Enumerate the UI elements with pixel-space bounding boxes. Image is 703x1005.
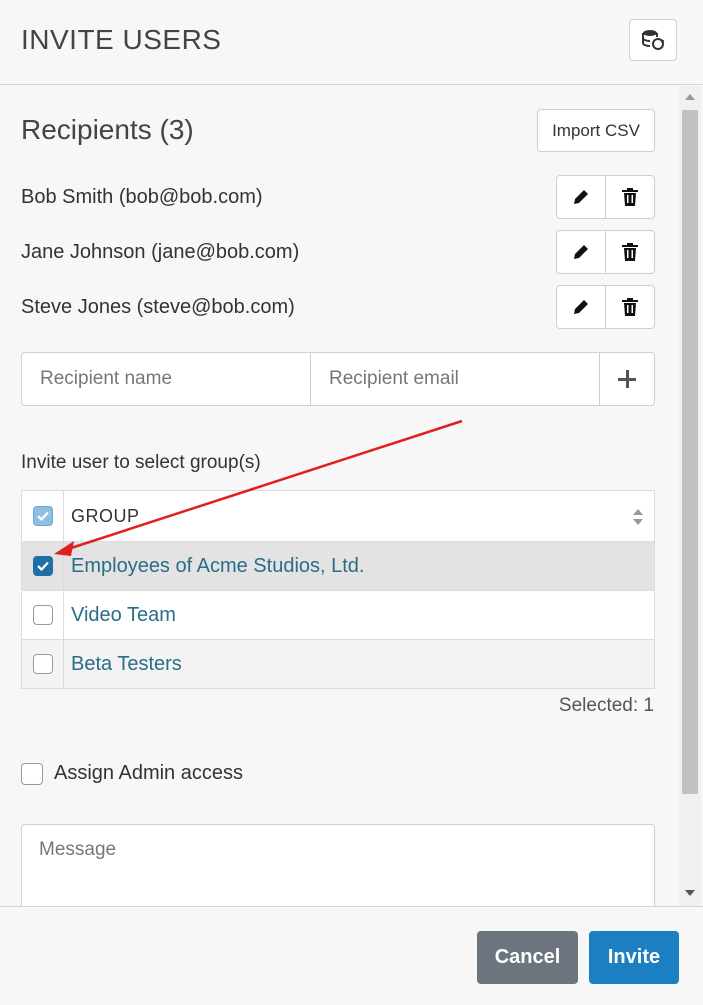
cancel-button[interactable]: Cancel <box>477 931 578 984</box>
delete-recipient-button[interactable] <box>605 231 654 273</box>
recipient-actions <box>556 285 655 329</box>
recipient-name-input[interactable] <box>22 353 311 405</box>
groups-label: Invite user to select group(s) <box>21 452 261 473</box>
sort-icon[interactable] <box>632 508 644 526</box>
invite-button[interactable]: Invite <box>589 931 679 984</box>
recipient-email-input[interactable] <box>311 353 600 405</box>
group-name[interactable]: Employees of Acme Studios, Ltd. <box>64 555 365 578</box>
recipient-actions <box>556 175 655 219</box>
header-checkbox-cell <box>22 491 64 541</box>
pencil-icon <box>574 190 588 204</box>
pencil-icon <box>574 300 588 314</box>
row-checkbox-cell <box>22 591 64 639</box>
admin-access-label: Assign Admin access <box>54 762 243 784</box>
row-checkbox[interactable] <box>32 605 53 625</box>
row-checkbox[interactable] <box>32 654 53 674</box>
check-icon <box>36 561 49 571</box>
table-row[interactable]: Video Team <box>22 590 654 639</box>
recipient-actions <box>556 230 655 274</box>
dialog-title: INVITE USERS <box>21 24 222 55</box>
select-all-checkbox[interactable] <box>32 506 53 526</box>
edit-recipient-button[interactable] <box>557 231 605 273</box>
import-csv-button[interactable]: Import CSV <box>537 109 655 152</box>
trash-icon <box>622 298 638 316</box>
selected-count: Selected: 1 <box>558 695 654 716</box>
database-refresh-icon <box>642 30 665 50</box>
scroll-up-arrow-icon[interactable] <box>685 94 695 100</box>
plus-icon <box>618 370 636 388</box>
groups-table: GROUP Employees of Acme Studios, Ltd. Vi… <box>21 490 655 689</box>
check-icon <box>36 511 49 521</box>
delete-recipient-button[interactable] <box>605 176 654 218</box>
pencil-icon <box>574 245 588 259</box>
recipients-title: Recipients (3) <box>21 114 194 145</box>
recipient-row: Jane Johnson (jane@bob.com) <box>21 230 655 274</box>
scrollbar[interactable] <box>679 86 701 906</box>
scroll-thumb[interactable] <box>682 110 698 794</box>
recipient-label: Bob Smith (bob@bob.com) <box>21 186 263 208</box>
row-checkbox[interactable] <box>32 556 53 576</box>
group-column-header[interactable]: GROUP <box>64 506 140 527</box>
add-recipient-button[interactable] <box>600 353 654 405</box>
row-checkbox-cell <box>22 640 64 688</box>
table-row[interactable]: Employees of Acme Studios, Ltd. <box>22 541 654 590</box>
trash-icon <box>622 188 638 206</box>
group-name[interactable]: Video Team <box>64 604 176 627</box>
groups-table-header: GROUP <box>22 491 654 541</box>
recipient-label: Jane Johnson (jane@bob.com) <box>21 241 300 263</box>
trash-icon <box>622 243 638 261</box>
admin-access-checkbox[interactable] <box>21 762 43 785</box>
recipient-row: Steve Jones (steve@bob.com) <box>21 285 655 329</box>
edit-recipient-button[interactable] <box>557 286 605 328</box>
refresh-button[interactable] <box>629 19 677 61</box>
recipient-label: Steve Jones (steve@bob.com) <box>21 296 295 318</box>
recipient-row: Bob Smith (bob@bob.com) <box>21 175 655 219</box>
add-recipient-row <box>21 352 655 406</box>
message-field[interactable] <box>21 824 655 906</box>
dialog-header: INVITE USERS <box>0 0 703 85</box>
table-row[interactable]: Beta Testers <box>22 639 654 688</box>
delete-recipient-button[interactable] <box>605 286 654 328</box>
dialog-footer: Cancel Invite <box>0 906 703 1005</box>
admin-access-option[interactable]: Assign Admin access <box>21 762 243 785</box>
row-checkbox-cell <box>22 542 64 590</box>
group-name[interactable]: Beta Testers <box>64 653 182 676</box>
edit-recipient-button[interactable] <box>557 176 605 218</box>
dialog-body: Recipients (3) Import CSV Bob Smith (bob… <box>0 86 703 906</box>
scroll-down-arrow-icon[interactable] <box>685 890 695 896</box>
